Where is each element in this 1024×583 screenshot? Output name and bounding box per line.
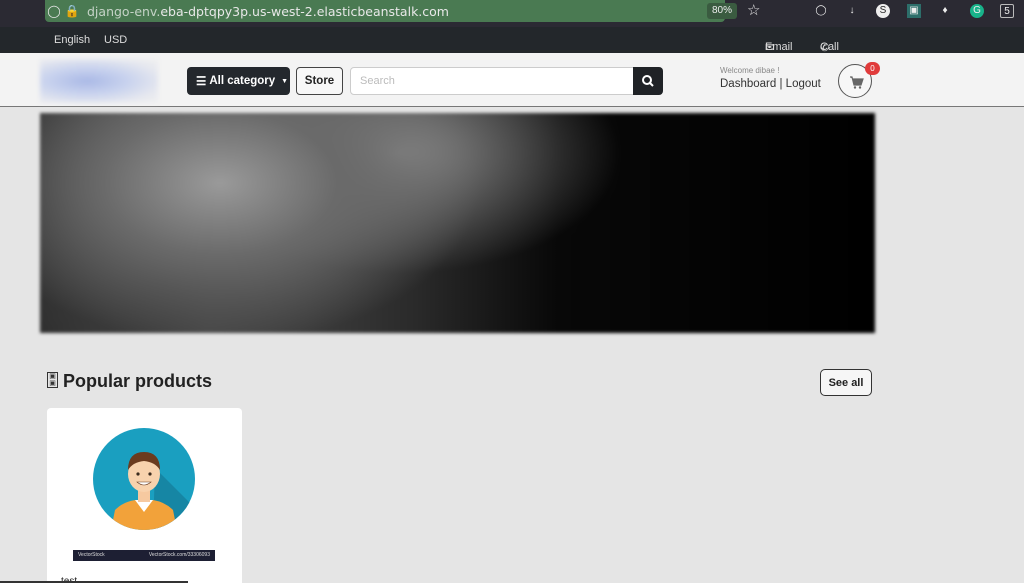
welcome-text: Welcome dibae ! bbox=[720, 66, 780, 75]
image-watermark: VectorStock VectorStock.com/33306093 bbox=[73, 550, 215, 561]
caret-down-icon: ▼ bbox=[281, 77, 289, 85]
menu-icon: ☰ bbox=[196, 76, 207, 88]
search-icon bbox=[642, 75, 654, 87]
pocket-icon[interactable]: ◯ bbox=[814, 4, 828, 18]
browser-toolbar: ◯ 🔒 django-env.eba-dptqpy3p.us-west-2.el… bbox=[0, 0, 1024, 27]
extension-s-icon[interactable]: S bbox=[876, 4, 890, 18]
products-icon: ▣ ▣ bbox=[47, 372, 58, 388]
zoom-level[interactable]: 80% bbox=[707, 3, 738, 19]
site-logo[interactable] bbox=[40, 59, 158, 103]
store-button[interactable]: Store bbox=[296, 67, 343, 95]
site-header: ☰ All category ▼ Store Welcome dibae ! D… bbox=[0, 53, 1024, 107]
search-button[interactable] bbox=[633, 67, 663, 95]
html5-icon[interactable]: 5 bbox=[1000, 4, 1014, 18]
url-text[interactable]: django-env.eba-dptqpy3p.us-west-2.elasti… bbox=[87, 4, 449, 19]
lock-icon[interactable]: 🔒 bbox=[63, 4, 81, 18]
top-strip: English USD ✉ Email ✆ Call us bbox=[0, 27, 1024, 65]
account-links: Dashboard | Logout bbox=[720, 78, 821, 90]
download-icon[interactable]: ↓ bbox=[845, 4, 859, 18]
section-title: Popular products bbox=[63, 371, 213, 391]
extension-gnome-icon[interactable]: ♦ bbox=[938, 4, 952, 18]
logout-link[interactable]: Logout bbox=[786, 78, 821, 90]
dashboard-link[interactable]: Dashboard bbox=[720, 78, 776, 90]
hero-banner[interactable] bbox=[40, 113, 875, 333]
search-input[interactable] bbox=[350, 67, 634, 95]
see-all-button[interactable]: See all bbox=[820, 369, 872, 396]
shield-icon[interactable]: ◯ bbox=[45, 4, 63, 18]
extension-box-icon[interactable]: ▣ bbox=[907, 4, 921, 18]
cart-count-badge: 0 bbox=[865, 62, 880, 75]
grammarly-icon[interactable]: G bbox=[970, 4, 984, 18]
all-category-button[interactable]: ☰ All category ▼ bbox=[187, 67, 290, 95]
separator: | bbox=[779, 78, 783, 90]
product-image[interactable] bbox=[93, 428, 195, 530]
bookmark-star-icon[interactable]: ☆ bbox=[747, 1, 760, 19]
address-bar[interactable]: ◯ 🔒 django-env.eba-dptqpy3p.us-west-2.el… bbox=[45, 0, 760, 22]
currency-selector[interactable]: USD bbox=[104, 34, 127, 46]
product-card[interactable]: VectorStock VectorStock.com/33306093 tes… bbox=[47, 408, 242, 583]
language-selector[interactable]: English bbox=[54, 34, 90, 46]
